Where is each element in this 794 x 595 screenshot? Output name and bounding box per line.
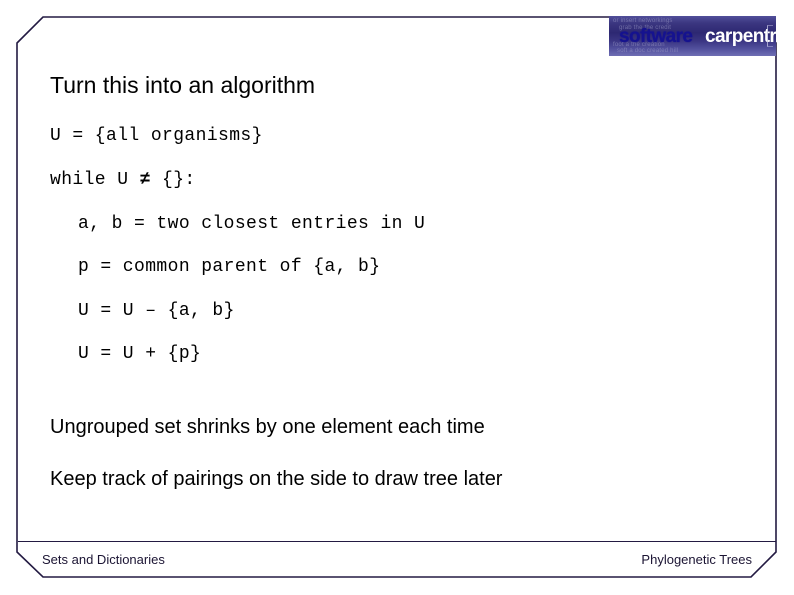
logo-word-carpentry: carpentry — [705, 26, 776, 47]
logo-ghost-text-1: or insert networkings — [613, 18, 673, 24]
body-line-1: Ungrouped set shrinks by one element eac… — [50, 416, 485, 438]
logo-word-software: software — [619, 26, 693, 47]
footer-divider — [18, 541, 776, 542]
slide-title: Turn this into an algorithm — [50, 72, 316, 98]
footer-left-text: Sets and Dictionaries — [42, 552, 165, 567]
not-equal-icon: ≠ — [139, 170, 151, 190]
code-line-6: U = U + {p} — [78, 344, 202, 364]
software-carpentry-logo: or insert networkings grab the the credi… — [609, 16, 776, 56]
logo-ghost-text-4: soft a doc created hill — [617, 48, 679, 54]
code-line-1: U = {all organisms} — [50, 126, 263, 146]
logo-bracket-icon — [767, 25, 773, 47]
code-line-4: p = common parent of {a, b} — [78, 257, 381, 277]
code-line-3: a, b = two closest entries in U — [78, 214, 426, 234]
footer-right-text: Phylogenetic Trees — [641, 552, 752, 567]
code-line-2: while U ≠ {}: — [50, 170, 196, 190]
code-line-5: U = U – {a, b} — [78, 301, 235, 321]
body-line-2: Keep track of pairings on the side to dr… — [50, 468, 503, 490]
slide-canvas: or insert networkings grab the the credi… — [0, 0, 794, 595]
chamfered-border — [16, 16, 777, 578]
